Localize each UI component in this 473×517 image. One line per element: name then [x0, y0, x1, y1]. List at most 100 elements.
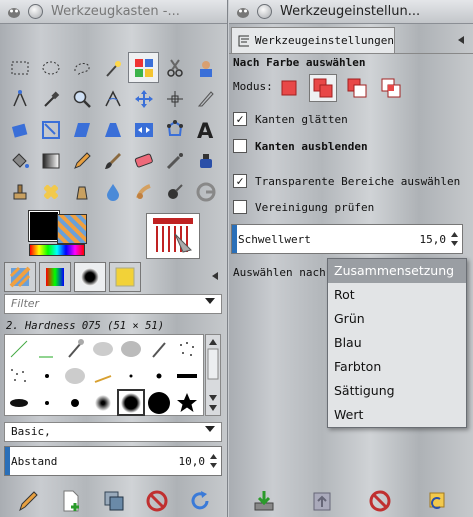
brush-cell[interactable] — [173, 362, 201, 389]
duplicate-brush-icon[interactable] — [101, 488, 127, 514]
move-tool-icon[interactable] — [128, 83, 159, 114]
window-menu-button[interactable] — [28, 4, 43, 19]
spacing-spinner[interactable]: Abstand 10,0 — [4, 446, 222, 476]
mode-intersect-icon[interactable] — [377, 74, 405, 102]
zoom-tool-icon[interactable] — [66, 83, 97, 114]
brush-cell[interactable] — [145, 389, 173, 416]
flip-tool-icon[interactable] — [128, 114, 159, 145]
align-tool-icon[interactable] — [159, 83, 190, 114]
tab-brushes[interactable] — [74, 262, 106, 292]
eraser-tool-icon[interactable] — [128, 145, 159, 176]
heal-tool-icon[interactable] — [35, 176, 66, 207]
spinner-arrows-icon[interactable] — [209, 451, 218, 471]
tab-gradients[interactable] — [39, 262, 71, 292]
brush-cell[interactable] — [33, 389, 61, 416]
clone-tool-icon[interactable] — [4, 176, 35, 207]
feather-edges-checkbox[interactable]: Kanten ausblenden — [233, 139, 368, 153]
restore-options-icon[interactable] — [309, 488, 335, 514]
brush-cell[interactable] — [5, 362, 33, 389]
brush-cell[interactable] — [145, 362, 173, 389]
sample-merged-checkbox[interactable]: Vereinigung prüfen — [233, 200, 374, 214]
window-menu-button[interactable] — [257, 4, 272, 19]
smudge-tool-icon[interactable] — [128, 176, 159, 207]
dock-menu-arrow-icon[interactable] — [209, 270, 221, 282]
brush-set-select[interactable]: Basic, — [4, 422, 222, 442]
mode-subtract-icon[interactable] — [343, 74, 371, 102]
foreground-color-swatch[interactable] — [28, 210, 60, 242]
tab-tool-options[interactable]: Werkzeugeinstellungen — [231, 27, 395, 53]
text-tool-icon[interactable]: A — [190, 114, 221, 145]
brush-cell[interactable] — [5, 335, 33, 362]
checkbox-unchecked[interactable] — [233, 200, 247, 214]
brush-cell[interactable] — [89, 389, 117, 416]
brush-cell[interactable] — [89, 335, 117, 362]
mode-replace-icon[interactable] — [275, 74, 303, 102]
dodge-burn-tool-icon[interactable] — [159, 176, 190, 207]
brush-cell[interactable] — [61, 335, 89, 362]
blend-tool-icon[interactable] — [35, 145, 66, 176]
menu-item-green[interactable]: Grün — [328, 307, 466, 331]
perspective-clone-tool-icon[interactable] — [66, 176, 97, 207]
shear-tool-icon[interactable] — [66, 114, 97, 145]
tab-patterns[interactable] — [4, 262, 36, 292]
brush-cell[interactable] — [33, 335, 61, 362]
delete-brush-icon[interactable] — [144, 488, 170, 514]
crop-tool-icon[interactable] — [4, 114, 35, 145]
fg-bg-colors[interactable] — [28, 210, 89, 257]
brush-cell[interactable] — [33, 362, 61, 389]
select-transparent-checkbox[interactable]: ✓ Transparente Bereiche auswählen — [233, 174, 460, 188]
delete-options-icon[interactable] — [367, 488, 393, 514]
fuzzy-select-tool-icon[interactable] — [97, 52, 128, 83]
color-picker-tool-icon[interactable] — [35, 83, 66, 114]
brush-cell[interactable] — [61, 362, 89, 389]
brush-cell[interactable] — [61, 389, 89, 416]
chevron-down-icon[interactable] — [205, 298, 215, 304]
brush-cell[interactable] — [173, 389, 201, 416]
brush-filter-input[interactable]: Filter — [4, 294, 222, 314]
ink-tool-icon[interactable] — [190, 145, 221, 176]
brush-cell[interactable] — [173, 335, 201, 362]
antialias-checkbox[interactable]: ✓ Kanten glätten — [233, 112, 348, 126]
menu-item-hue[interactable]: Farbton — [328, 355, 466, 379]
menu-item-saturation[interactable]: Sättigung — [328, 379, 466, 403]
free-select-tool-icon[interactable] — [66, 52, 97, 83]
spinner-arrows-icon[interactable] — [450, 229, 459, 249]
save-options-icon[interactable] — [251, 488, 277, 514]
select-by-color-tool-icon[interactable] — [128, 52, 159, 83]
mode-add-icon[interactable] — [309, 74, 337, 102]
new-brush-icon[interactable] — [58, 488, 84, 514]
menu-item-composite[interactable]: Zusammensetzung — [328, 259, 466, 283]
background-color-swatch[interactable] — [57, 214, 87, 244]
menu-item-red[interactable]: Rot — [328, 283, 466, 307]
paths-tool-icon[interactable] — [4, 83, 35, 114]
brush-cell[interactable] — [5, 389, 33, 416]
brush-cell[interactable] — [117, 335, 145, 362]
paintbrush-tool-icon[interactable] — [97, 145, 128, 176]
edit-brush-icon[interactable] — [15, 488, 41, 514]
brush-cell[interactable] — [145, 335, 173, 362]
gegl-tool-icon[interactable] — [190, 176, 221, 207]
brush-cell[interactable] — [89, 362, 117, 389]
bucket-fill-tool-icon[interactable] — [4, 145, 35, 176]
menu-item-value[interactable]: Wert — [328, 403, 466, 427]
brush-grid-scrollbar[interactable] — [205, 334, 221, 416]
cage-tool-icon[interactable] — [159, 114, 190, 145]
rect-select-tool-icon[interactable] — [4, 52, 35, 83]
knife-tool-icon[interactable] — [190, 83, 221, 114]
brush-cell-selected[interactable] — [117, 389, 145, 416]
gradient-preview[interactable] — [29, 244, 85, 256]
checkbox-checked[interactable]: ✓ — [233, 112, 247, 126]
checkbox-unchecked[interactable] — [233, 139, 247, 153]
foreground-select-tool-icon[interactable] — [190, 52, 221, 83]
pencil-tool-icon[interactable] — [66, 145, 97, 176]
measure-tool-icon[interactable] — [97, 83, 128, 114]
scissors-tool-icon[interactable] — [159, 52, 190, 83]
menu-item-blue[interactable]: Blau — [328, 331, 466, 355]
refresh-brushes-icon[interactable] — [187, 488, 213, 514]
blur-tool-icon[interactable] — [97, 176, 128, 207]
threshold-spinner[interactable]: Schwellwert 15,0 — [231, 224, 463, 254]
chevron-down-icon[interactable] — [205, 426, 215, 432]
brush-cell[interactable] — [117, 362, 145, 389]
airbrush-tool-icon[interactable] — [159, 145, 190, 176]
active-image-preview[interactable] — [146, 213, 200, 259]
